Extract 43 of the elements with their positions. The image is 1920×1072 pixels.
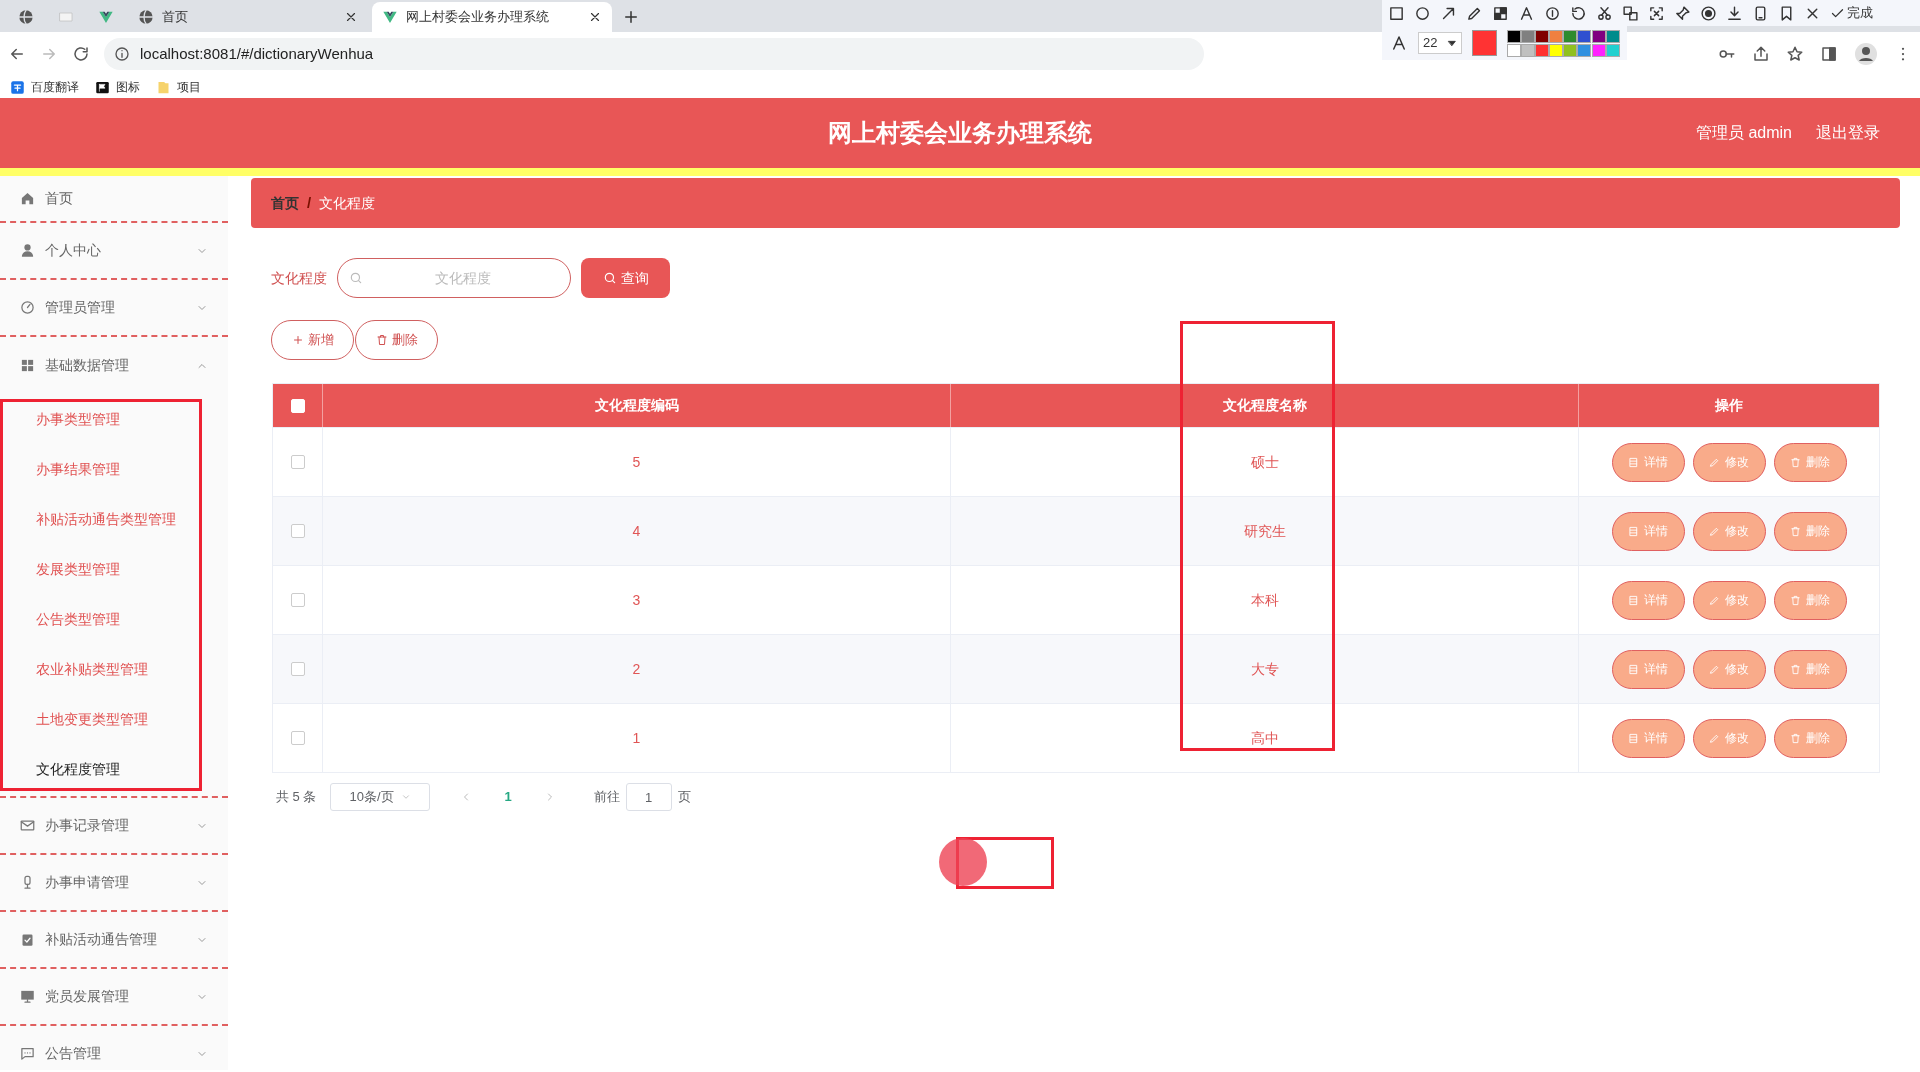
bookmark[interactable]: 项目 bbox=[156, 78, 201, 96]
submenu-item[interactable]: 公告类型管理 bbox=[36, 608, 120, 630]
field-label: 文化程度 bbox=[271, 268, 327, 288]
breadcrumb-separator: / bbox=[307, 192, 312, 213]
menu-item[interactable]: 党员发展管理 bbox=[0, 969, 228, 1026]
menu-item[interactable]: 公告管理 bbox=[0, 1026, 228, 1070]
submenu-item[interactable]: 发展类型管理 bbox=[36, 558, 120, 580]
font-size-dropdown[interactable]: 22 bbox=[1418, 32, 1462, 54]
app-title: 网上村委会业务办理系统 bbox=[828, 118, 1092, 148]
logout-link[interactable]: 退出登录 bbox=[1816, 121, 1880, 145]
page-number[interactable]: 1 bbox=[486, 787, 530, 807]
submenu-item[interactable]: 文化程度管理 bbox=[36, 758, 120, 780]
submenu-item[interactable]: 补贴活动通告类型管理 bbox=[36, 508, 176, 530]
goto-label: 前往 bbox=[593, 788, 620, 807]
submenu-item[interactable]: 办事结果管理 bbox=[36, 458, 120, 480]
bookmark[interactable]: 图标 bbox=[95, 78, 140, 96]
table-cell: 1 bbox=[323, 704, 951, 772]
breadcrumb-link[interactable]: 文化程度 bbox=[319, 192, 376, 214]
submenu-item[interactable]: 农业补贴类型管理 bbox=[36, 658, 148, 680]
submenu-item[interactable]: 办事类型管理 bbox=[36, 408, 120, 430]
menu-item[interactable]: 办事记录管理 bbox=[0, 798, 228, 855]
breadcrumb-link[interactable]: 首页 bbox=[271, 192, 299, 214]
done-button[interactable]: 完成 bbox=[1830, 3, 1873, 23]
menu-item[interactable]: 基础数据管理 bbox=[0, 337, 228, 394]
bookmark[interactable]: 百度翻译 bbox=[10, 78, 79, 96]
page-input[interactable]: 1 bbox=[625, 783, 672, 811]
page-size-dropdown[interactable]: 10条/页 bbox=[330, 783, 431, 811]
table-cell: 高中 bbox=[951, 704, 1579, 772]
query-button[interactable]: 查询 bbox=[581, 258, 670, 298]
url-text: localhost:8081/#/dictionaryWenhua bbox=[140, 43, 374, 64]
column-header[interactable]: 操作 bbox=[1579, 384, 1879, 427]
total-count: 共 5 条 bbox=[276, 788, 317, 807]
user-name: 管理员 admin bbox=[1695, 123, 1792, 143]
browser-tab[interactable]: 网上村委会业务办理系统 bbox=[372, 2, 612, 32]
menu-item[interactable]: 办事申请管理 bbox=[0, 855, 228, 912]
page-unit: 页 bbox=[677, 788, 691, 807]
search-field[interactable]: 文化程度 bbox=[337, 258, 571, 298]
menu-item[interactable]: 管理员管理 bbox=[0, 280, 228, 337]
menu-item[interactable]: 补贴活动通告管理 bbox=[0, 912, 228, 969]
menu-item[interactable]: 首页 bbox=[0, 176, 228, 223]
menu-item[interactable]: 个人中心 bbox=[0, 223, 228, 280]
address-bar[interactable]: localhost:8081/#/dictionaryWenhua bbox=[104, 38, 1204, 70]
submenu-item[interactable]: 土地变更类型管理 bbox=[36, 708, 148, 730]
